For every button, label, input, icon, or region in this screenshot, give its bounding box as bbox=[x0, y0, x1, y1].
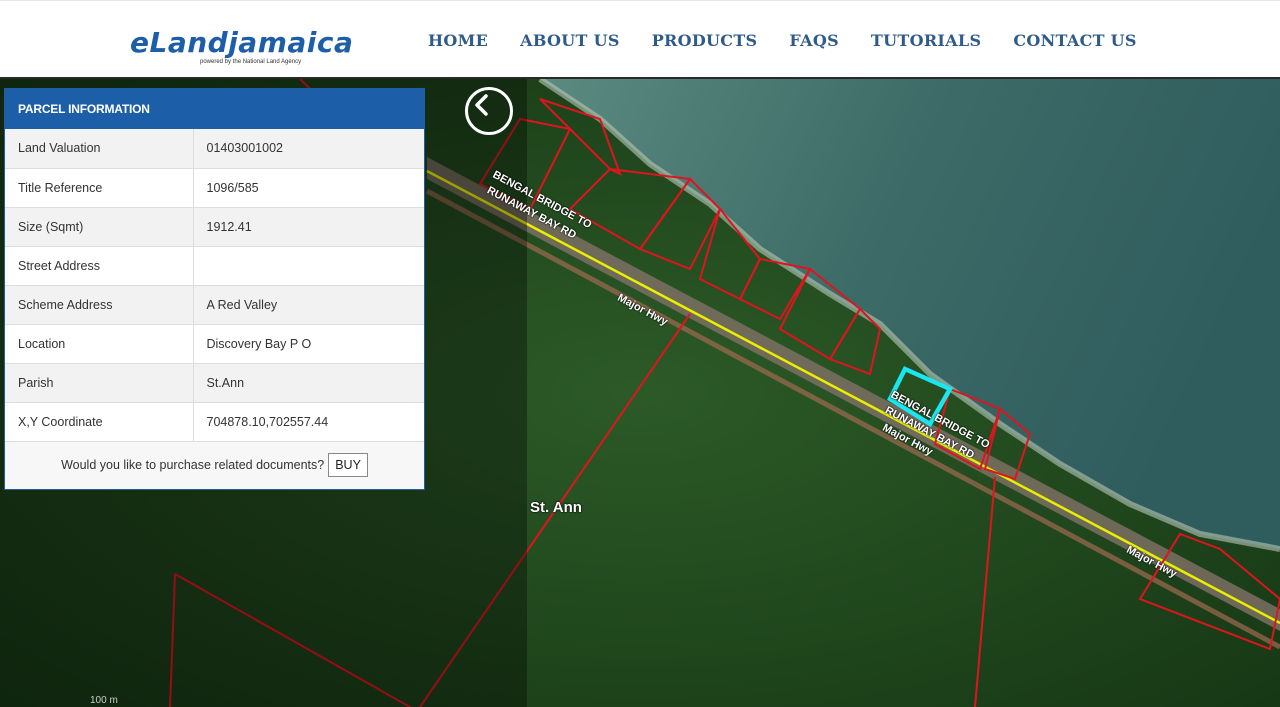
table-row: Scheme Address A Red Valley bbox=[5, 285, 424, 325]
row-label: Title Reference bbox=[5, 168, 194, 208]
purchase-prompt: Would you like to purchase related docum… bbox=[61, 458, 325, 472]
row-label: Size (Sqmt) bbox=[5, 207, 194, 247]
parcel-info-table: Land Valuation 01403001002 Title Referen… bbox=[5, 129, 424, 442]
row-label: Parish bbox=[5, 363, 194, 403]
table-row: Street Address bbox=[5, 246, 424, 286]
nav-about-us[interactable]: ABOUT US bbox=[520, 31, 620, 50]
row-label: Land Valuation bbox=[5, 129, 194, 169]
nav-home[interactable]: HOME bbox=[428, 31, 488, 50]
row-label: Location bbox=[5, 324, 194, 364]
row-value: Discovery Bay P O bbox=[193, 324, 424, 364]
row-value: 01403001002 bbox=[193, 129, 424, 169]
table-row: Location Discovery Bay P O bbox=[5, 324, 424, 364]
nav-products[interactable]: PRODUCTS bbox=[652, 31, 758, 50]
table-row: Parish St.Ann bbox=[5, 363, 424, 403]
parcel-info-panel: PARCEL INFORMATION Land Valuation 014030… bbox=[4, 88, 425, 490]
main-nav: HOME ABOUT US PRODUCTS FAQS TUTORIALS CO… bbox=[428, 31, 1169, 50]
table-row: Size (Sqmt) 1912.41 bbox=[5, 207, 424, 247]
buy-button[interactable]: BUY bbox=[328, 453, 368, 477]
row-value: 1912.41 bbox=[193, 207, 424, 247]
nav-faqs[interactable]: FAQS bbox=[789, 31, 839, 50]
table-row: Title Reference 1096/585 bbox=[5, 168, 424, 208]
brand-logo[interactable]: eLandjamaica powered by the National Lan… bbox=[130, 27, 355, 72]
scale-bar-label: 100 m bbox=[90, 695, 118, 706]
row-value: A Red Valley bbox=[193, 285, 424, 325]
row-value: 704878.10,702557.44 bbox=[193, 402, 424, 442]
purchase-row: Would you like to purchase related docum… bbox=[5, 441, 424, 489]
site-header: eLandjamaica powered by the National Lan… bbox=[0, 0, 1280, 79]
brand-tagline: powered by the National Land Agency bbox=[200, 59, 302, 65]
row-label: X,Y Coordinate bbox=[5, 402, 194, 442]
table-row: Land Valuation 01403001002 bbox=[5, 129, 424, 169]
collapse-panel-button[interactable] bbox=[465, 87, 513, 135]
row-label: Street Address bbox=[5, 246, 194, 286]
nav-tutorials[interactable]: TUTORIALS bbox=[871, 31, 981, 50]
panel-title: PARCEL INFORMATION bbox=[5, 89, 424, 129]
row-value: 1096/585 bbox=[193, 168, 424, 208]
row-label: Scheme Address bbox=[5, 285, 194, 325]
row-value bbox=[193, 246, 424, 286]
table-row: X,Y Coordinate 704878.10,702557.44 bbox=[5, 402, 424, 442]
chevron-left-icon bbox=[475, 94, 488, 116]
nav-contact-us[interactable]: CONTACT US bbox=[1013, 31, 1136, 50]
brand-name: eLandjamaica bbox=[130, 26, 354, 59]
row-value: St.Ann bbox=[193, 363, 424, 403]
parish-label: St. Ann bbox=[530, 499, 582, 516]
